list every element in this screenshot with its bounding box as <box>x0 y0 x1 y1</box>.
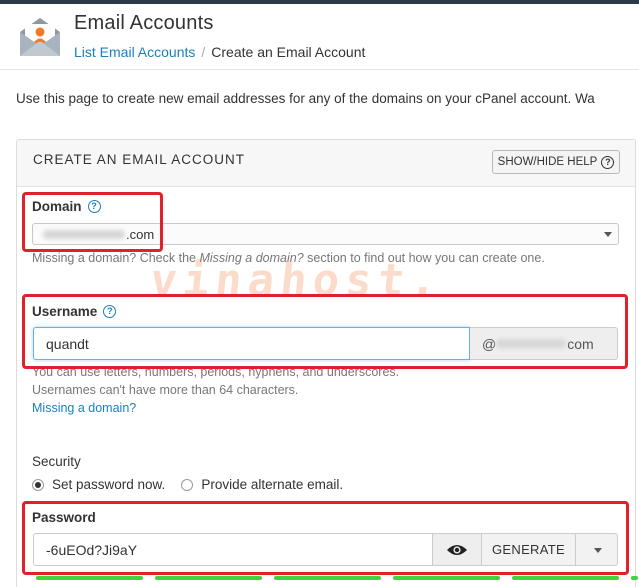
caret-down-icon <box>594 548 602 553</box>
username-input[interactable]: quandt <box>33 327 470 360</box>
username-domain-addon: @ com <box>470 327 618 360</box>
breadcrumb-separator: / <box>201 44 206 60</box>
strength-segment <box>36 576 143 580</box>
question-circle-icon: ? <box>601 155 615 169</box>
username-hint-1: You can use letters, numbers, periods, h… <box>32 365 400 379</box>
addon-at-sign: @ <box>482 335 497 352</box>
username-hint-2: Usernames can't have more than 64 charac… <box>32 383 299 397</box>
breadcrumb: List Email Accounts / Create an Email Acco… <box>74 44 365 60</box>
security-label-text: Security <box>32 454 81 469</box>
password-label-text: Password <box>32 510 96 525</box>
panel-title: CREATE AN EMAIL ACCOUNT <box>33 152 246 167</box>
strength-segment <box>512 576 619 580</box>
alternate-email-radio[interactable] <box>181 478 194 491</box>
strength-segment <box>393 576 500 580</box>
watermark: vinahost. <box>147 255 446 306</box>
blurred-domain-name <box>496 339 567 348</box>
show-hide-help-button[interactable]: SHOW/HIDE HELP ? <box>492 150 620 174</box>
generate-options-dropdown[interactable] <box>576 533 618 566</box>
blurred-domain-name <box>43 229 125 239</box>
panel-header: CREATE AN EMAIL ACCOUNT SHOW/HIDE HELP ? <box>17 140 635 187</box>
caret-down-icon <box>604 232 612 237</box>
strength-segment <box>155 576 262 580</box>
username-label: Username ? <box>32 304 117 319</box>
intro-text: Use this page to create new email addres… <box>16 91 595 106</box>
help-button-label: SHOW/HIDE HELP <box>497 156 598 168</box>
strength-segment <box>274 576 381 580</box>
domain-label: Domain ? <box>32 199 101 214</box>
eye-icon <box>447 544 467 555</box>
strength-segment <box>631 576 638 580</box>
addon-suffix: com <box>567 335 594 352</box>
missing-domain-link[interactable]: Missing a domain? <box>32 401 136 415</box>
username-label-text: Username <box>32 304 98 319</box>
set-password-label[interactable]: Set password now. <box>52 477 165 492</box>
page-title: Email Accounts <box>74 12 214 34</box>
domain-select[interactable]: .com <box>32 223 619 245</box>
set-password-radio[interactable] <box>32 478 44 491</box>
page-header: Email Accounts List Email Accounts / Creat… <box>0 4 639 70</box>
alternate-email-label[interactable]: Provide alternate email. <box>201 477 343 492</box>
domain-label-text: Domain <box>32 199 82 214</box>
username-help-icon[interactable]: ? <box>103 305 117 318</box>
domain-help-icon[interactable]: ? <box>87 200 101 213</box>
breadcrumb-current: Create an Email Account <box>211 44 366 60</box>
breadcrumb-list-email-accounts-link[interactable]: List Email Accounts <box>74 44 195 60</box>
security-options: Set password now. Provide alternate emai… <box>32 477 343 492</box>
create-email-account-panel: CREATE AN EMAIL ACCOUNT SHOW/HIDE HELP ? <box>16 139 636 587</box>
generate-password-button[interactable]: GENERATE <box>482 533 576 566</box>
password-label: Password <box>32 510 96 525</box>
show-password-button[interactable] <box>433 533 482 566</box>
domain-select-suffix: .com <box>126 226 155 242</box>
email-accounts-icon <box>16 12 64 60</box>
password-input[interactable]: -6uEOd?Ji9aY <box>33 533 433 566</box>
security-label: Security <box>32 454 81 469</box>
